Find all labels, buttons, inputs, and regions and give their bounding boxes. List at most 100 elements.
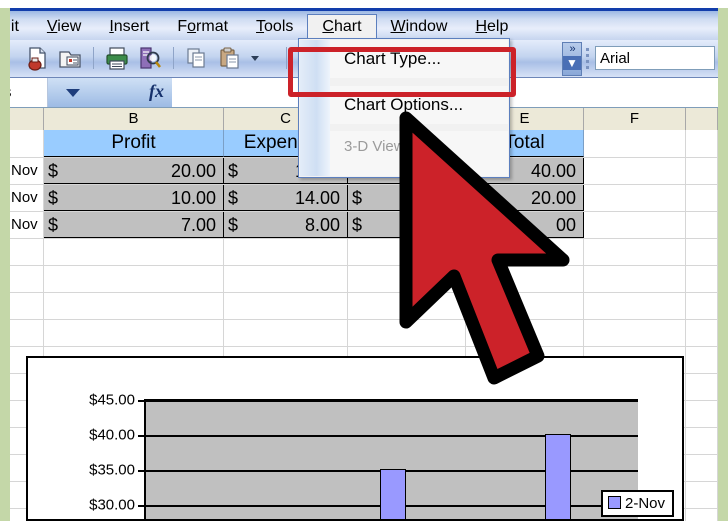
empty-cell[interactable] (224, 239, 348, 265)
data-cell[interactable]: $8.00 (224, 212, 348, 238)
legend-label: 2-Nov (624, 495, 665, 512)
empty-cell[interactable] (44, 239, 224, 265)
toolbar-grip-handle[interactable] (586, 48, 589, 69)
empty-cell[interactable] (10, 266, 44, 292)
menu-item-3d-view-label: 3-D View... (344, 138, 417, 155)
insert-function-button[interactable]: fx (106, 78, 173, 107)
fx-icon: fx (149, 81, 164, 101)
empty-cell[interactable] (466, 320, 584, 346)
empty-cell[interactable] (584, 293, 686, 319)
menu-item-chart-type[interactable]: Chart Type... (330, 40, 508, 78)
menu-format[interactable]: Format (163, 14, 242, 41)
new-document-icon[interactable] (22, 43, 52, 73)
empty-cell[interactable] (44, 293, 224, 319)
menu-view[interactable]: View (33, 14, 95, 41)
name-box-dropdown-button[interactable] (48, 78, 107, 107)
empty-cell[interactable] (584, 212, 686, 238)
empty-cell[interactable] (686, 428, 718, 454)
data-cell[interactable]: $24.00 (348, 185, 466, 211)
empty-cell[interactable] (44, 320, 224, 346)
header-cell-empty[interactable] (584, 130, 686, 157)
empty-cell[interactable] (686, 455, 718, 481)
page-right-edge (718, 0, 728, 521)
print-preview-icon[interactable] (135, 43, 165, 73)
empty-cell[interactable] (224, 320, 348, 346)
font-name-combobox[interactable]: Arial (595, 46, 715, 70)
print-icon[interactable] (102, 43, 132, 73)
data-cell[interactable]: $7.00 (44, 212, 224, 238)
empty-cell[interactable] (686, 374, 718, 400)
empty-cell[interactable] (224, 293, 348, 319)
row-date-cell[interactable]: Nov (10, 158, 44, 184)
empty-cell[interactable] (10, 320, 44, 346)
empty-cell[interactable] (466, 266, 584, 292)
menu-item-chart-options[interactable]: Chart Options... (330, 86, 508, 124)
row-date-cell[interactable]: Nov (10, 212, 44, 238)
column-header-blank[interactable] (686, 108, 718, 130)
empty-cell[interactable] (686, 185, 718, 211)
chart-plot-area[interactable]: $45.00 $40.00 $35.00 $30.00 (89, 392, 638, 519)
data-cell[interactable]: $10.00 (44, 185, 224, 211)
empty-cell[interactable] (686, 266, 718, 292)
empty-cell[interactable] (584, 185, 686, 211)
column-header-blank[interactable] (10, 108, 44, 130)
menu-item-chart-type-label: Chart Type... (344, 49, 442, 68)
empty-cell[interactable] (348, 266, 466, 292)
empty-cell[interactable] (348, 320, 466, 346)
paste-icon[interactable] (215, 43, 245, 73)
empty-cell[interactable] (466, 239, 584, 265)
embedded-chart-object[interactable]: $45.00 $40.00 $35.00 $30.00 2-Nov (26, 356, 684, 521)
data-cell[interactable]: $15.00 (348, 212, 466, 238)
open-folder-icon[interactable] (55, 43, 85, 73)
row-date-cell[interactable]: Nov (10, 185, 44, 211)
chart-bar[interactable] (544, 434, 571, 519)
empty-cell[interactable] (686, 293, 718, 319)
data-cell[interactable]: $14.00 (224, 185, 348, 211)
menu-window[interactable]: Window (377, 14, 462, 41)
empty-cell[interactable] (348, 293, 466, 319)
chart-legend[interactable]: 2-Nov (600, 490, 674, 517)
empty-cell[interactable] (44, 266, 224, 292)
empty-cell[interactable] (348, 239, 466, 265)
empty-cell[interactable] (584, 239, 686, 265)
column-header-F[interactable]: F (584, 108, 686, 130)
data-cell[interactable]: 00 (466, 212, 584, 238)
paste-dropdown-arrow-icon[interactable] (248, 43, 278, 73)
y-axis-tick (138, 470, 146, 472)
toolbar-separator (93, 47, 94, 69)
empty-cell[interactable] (686, 212, 718, 238)
column-header-B[interactable]: B (44, 108, 224, 130)
empty-cell[interactable] (584, 158, 686, 184)
menu-help[interactable]: Help (461, 14, 522, 41)
toolbar-separator (286, 47, 287, 69)
cell-value: 7.00 (180, 215, 216, 235)
menu-insert[interactable]: Insert (95, 14, 163, 41)
empty-cell[interactable] (686, 158, 718, 184)
toolbar-overflow-button[interactable]: » ▼ (562, 42, 582, 76)
empty-cell[interactable] (686, 401, 718, 427)
menu-tools[interactable]: Tools (242, 14, 307, 41)
empty-cell[interactable] (686, 320, 718, 346)
data-cell[interactable]: $20.00 (44, 158, 224, 184)
y-axis-tick (138, 400, 146, 402)
copy-icon[interactable] (182, 43, 212, 73)
empty-cell[interactable] (10, 293, 44, 319)
empty-cell[interactable] (466, 293, 584, 319)
empty-cell[interactable] (686, 239, 718, 265)
currency-symbol: $ (228, 215, 239, 235)
empty-cell[interactable] (686, 482, 718, 508)
data-cell[interactable]: 20.00 (466, 185, 584, 211)
empty-cell[interactable] (10, 239, 44, 265)
empty-cell[interactable] (584, 320, 686, 346)
y-axis-tick (138, 435, 146, 437)
menu-expand-button[interactable]: ▾▾ (330, 154, 508, 176)
header-cell-empty[interactable] (10, 130, 44, 157)
header-cell-profit[interactable]: Profit (44, 130, 224, 157)
empty-cell[interactable] (224, 266, 348, 292)
header-cell-empty[interactable] (686, 130, 718, 157)
empty-cell[interactable] (686, 509, 718, 521)
empty-cell[interactable] (686, 347, 718, 373)
currency-symbol: $ (352, 188, 363, 208)
empty-cell[interactable] (584, 266, 686, 292)
chart-bar[interactable] (380, 469, 406, 519)
